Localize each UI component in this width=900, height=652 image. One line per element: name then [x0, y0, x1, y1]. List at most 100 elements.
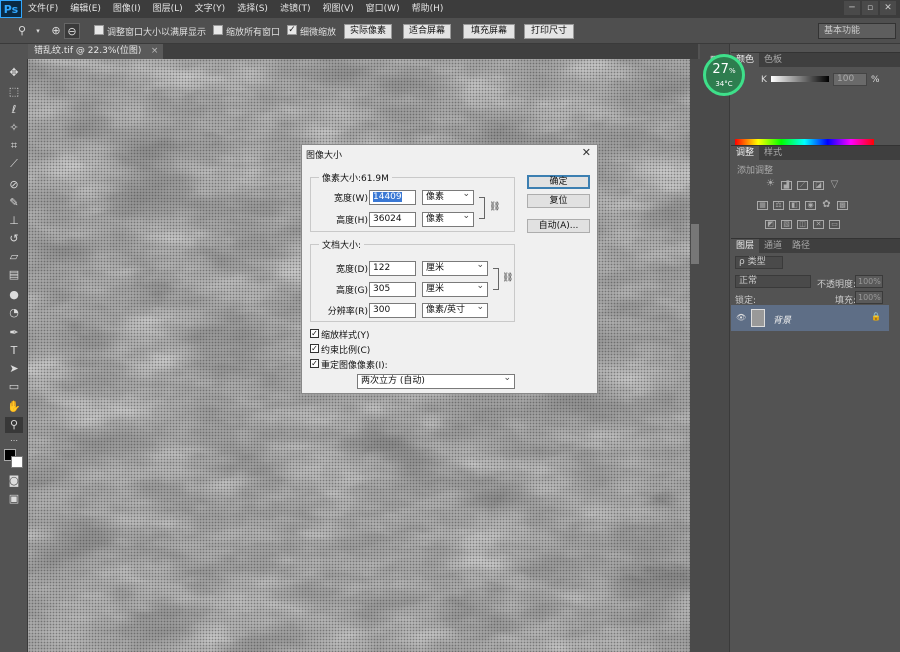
pixel-height-unit-select[interactable]: 像素 — [422, 210, 474, 227]
resample-checkbox[interactable]: ✓ — [310, 359, 319, 368]
auto-button[interactable]: 自动(A)... — [527, 219, 590, 233]
layer-filter-select[interactable]: ρ 类型 — [735, 256, 783, 269]
menu-type[interactable]: 文字(Y) — [189, 0, 232, 18]
dialog-close-icon[interactable]: ✕ — [582, 146, 591, 159]
print-size-button[interactable]: 打印尺寸 — [524, 24, 574, 39]
curves-icon[interactable]: ⟋ — [797, 181, 808, 190]
tab-styles[interactable]: 样式 — [759, 146, 787, 160]
zoom-out-icon[interactable]: ⊖ — [64, 23, 80, 39]
resolution-unit-select[interactable]: 像素/英寸 — [422, 301, 488, 318]
invert-icon[interactable]: ◩ — [765, 220, 776, 229]
marquee-tool-icon[interactable]: ⬚ — [5, 84, 23, 100]
fill-input[interactable]: 100% — [855, 291, 883, 304]
threshold-icon[interactable]: ◫ — [797, 220, 808, 229]
resolution-input[interactable]: 300 — [369, 303, 416, 318]
fit-screen-button[interactable]: 适合屏幕 — [403, 24, 451, 39]
eyedropper-tool-icon[interactable]: ⟋ — [5, 156, 23, 172]
canvas-vertical-scrollbar[interactable] — [690, 59, 700, 652]
k-slider[interactable] — [771, 76, 829, 82]
reset-button[interactable]: 复位 — [527, 194, 590, 208]
pen-tool-icon[interactable]: ✒ — [5, 325, 23, 341]
path-selection-tool-icon[interactable]: ➤ — [5, 361, 23, 377]
doc-width-input[interactable]: 122 — [369, 261, 416, 276]
more-tools-icon[interactable]: ⋯ — [5, 433, 23, 449]
quick-mask-icon[interactable]: ◙ — [5, 473, 23, 489]
ok-button[interactable]: 确定 — [527, 175, 590, 189]
screen-mode-icon[interactable]: ▣ — [5, 491, 23, 507]
clone-stamp-tool-icon[interactable]: ⊥ — [5, 213, 23, 229]
layer-row[interactable]: 👁 背景 🔒 — [731, 305, 889, 331]
close-document-icon[interactable]: × — [151, 44, 159, 59]
hue-saturation-icon[interactable]: ▦ — [757, 201, 768, 210]
dodge-tool-icon[interactable]: ◔ — [5, 305, 23, 321]
blur-tool-icon[interactable]: ● — [5, 287, 23, 303]
gradient-map-icon[interactable]: ▭ — [829, 220, 840, 229]
restore-button[interactable]: ▫ — [862, 1, 878, 15]
tab-paths[interactable]: 路径 — [787, 239, 815, 253]
menu-layer[interactable]: 图层(L) — [147, 0, 189, 18]
scale-styles-checkbox[interactable]: ✓ — [310, 329, 319, 338]
healing-brush-tool-icon[interactable]: ⊘ — [5, 177, 23, 193]
zoom-tool-icon[interactable]: ⚲ — [5, 417, 23, 433]
color-lookup-icon[interactable]: ▩ — [837, 201, 848, 210]
menu-select[interactable]: 选择(S) — [231, 0, 274, 18]
menu-view[interactable]: 视图(V) — [316, 0, 359, 18]
hand-tool-icon[interactable]: ✋ — [5, 399, 23, 415]
color-balance-icon[interactable]: ⚖ — [773, 201, 784, 210]
fill-screen-button[interactable]: 填充屏幕 — [463, 24, 515, 39]
type-tool-icon[interactable]: T — [5, 343, 23, 359]
brightness-icon[interactable]: ☀ — [765, 179, 776, 189]
blend-mode-select[interactable]: 正常 — [735, 275, 811, 288]
resample-method-select[interactable]: 两次立方 (自动) — [357, 372, 515, 389]
move-tool-icon[interactable]: ✥ — [5, 65, 23, 81]
zoom-all-checkbox[interactable] — [213, 25, 223, 35]
constrain-proportions-checkbox[interactable]: ✓ — [310, 344, 319, 353]
doc-width-unit-select[interactable]: 厘米 — [422, 259, 488, 276]
rectangle-tool-icon[interactable]: ▭ — [5, 379, 23, 395]
selective-color-icon[interactable]: ✕ — [813, 220, 824, 229]
channel-mixer-icon[interactable]: ✿ — [821, 200, 832, 210]
background-color-swatch[interactable] — [11, 456, 23, 468]
opacity-input[interactable]: 100% — [855, 275, 883, 288]
menu-help[interactable]: 帮助(H) — [406, 0, 450, 18]
zoom-tool-icon[interactable]: ⚲ — [14, 23, 30, 39]
zoom-in-icon[interactable]: ⊕ — [48, 23, 64, 39]
menu-filter[interactable]: 滤镜(T) — [274, 0, 317, 18]
menu-image[interactable]: 图像(I) — [107, 0, 147, 18]
minimize-button[interactable]: ─ — [844, 1, 860, 15]
tab-channels[interactable]: 通道 — [759, 239, 787, 253]
pixel-height-input[interactable]: 36024 — [369, 212, 416, 227]
workspace-switcher[interactable]: 基本功能 — [818, 23, 896, 39]
document-tab[interactable]: 错乱纹.tif @ 22.3%(位图) × — [28, 44, 164, 59]
menu-window[interactable]: 窗口(W) — [360, 0, 406, 18]
magic-wand-tool-icon[interactable]: ✧ — [5, 120, 23, 136]
posterize-icon[interactable]: ▧ — [781, 220, 792, 229]
gradient-tool-icon[interactable]: ▤ — [5, 267, 23, 283]
tool-preset-chevron-icon[interactable]: ▾ — [30, 23, 46, 39]
pixel-width-input[interactable]: 14409 — [369, 190, 416, 205]
actual-pixels-button[interactable]: 实际像素 — [344, 24, 392, 39]
pixel-width-unit-select[interactable]: 像素 — [422, 188, 474, 205]
tab-layers[interactable]: 图层 — [731, 239, 760, 253]
tab-adjustments[interactable]: 调整 — [731, 146, 760, 160]
k-value-input[interactable]: 100 — [833, 73, 867, 86]
scrubby-zoom-checkbox[interactable]: ✓ — [287, 25, 297, 35]
exposure-icon[interactable]: ◪ — [813, 181, 824, 190]
photo-filter-icon[interactable]: ◉ — [805, 201, 816, 210]
scrollbar-thumb[interactable] — [691, 224, 699, 264]
eraser-tool-icon[interactable]: ▱ — [5, 249, 23, 265]
menu-edit[interactable]: 编辑(E) — [64, 0, 107, 18]
system-monitor-widget[interactable]: 27% 34°C — [703, 54, 745, 96]
history-brush-tool-icon[interactable]: ↺ — [5, 231, 23, 247]
visibility-eye-icon[interactable]: 👁 — [736, 313, 746, 322]
brush-tool-icon[interactable]: ✎ — [5, 195, 23, 211]
close-button[interactable]: ✕ — [880, 1, 896, 15]
menu-file[interactable]: 文件(F) — [22, 0, 64, 18]
crop-tool-icon[interactable]: ⌗ — [5, 138, 23, 154]
doc-height-unit-select[interactable]: 厘米 — [422, 280, 488, 297]
levels-icon[interactable]: ▟ — [781, 181, 792, 190]
vibrance-icon[interactable]: ▽ — [829, 180, 840, 190]
resize-windows-checkbox[interactable] — [94, 25, 104, 35]
tab-swatches[interactable]: 色板 — [759, 53, 787, 67]
lasso-tool-icon[interactable]: ℓ — [5, 102, 23, 118]
